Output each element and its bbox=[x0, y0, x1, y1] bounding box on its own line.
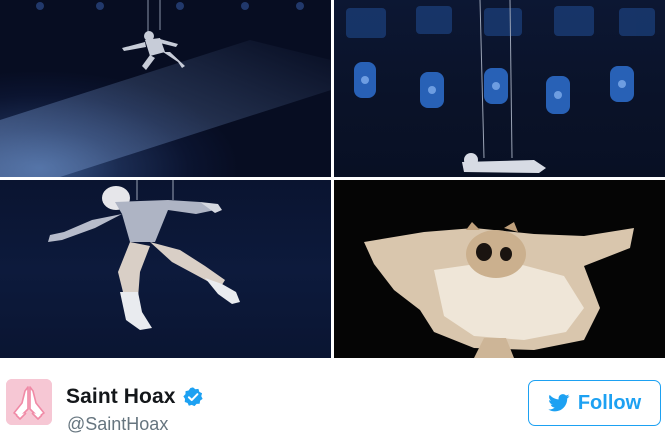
author-avatar[interactable] bbox=[6, 379, 52, 425]
flying-squirrel-image bbox=[364, 222, 634, 358]
follow-button[interactable]: Follow bbox=[528, 380, 661, 426]
performer-spotlight-image bbox=[0, 0, 331, 177]
photo-performer-spotlight[interactable] bbox=[0, 0, 331, 177]
performer-lowered-image bbox=[346, 0, 655, 173]
praying-hands-icon bbox=[6, 379, 52, 425]
photo-performer-leap[interactable] bbox=[0, 180, 331, 358]
photo-grid bbox=[0, 0, 665, 358]
twitter-bird-icon bbox=[548, 394, 570, 412]
performer-leap-image bbox=[48, 180, 240, 330]
author-display-name[interactable]: Saint Hoax bbox=[66, 385, 176, 409]
author-name-row: Saint Hoax bbox=[66, 383, 204, 411]
photo-performer-lowered[interactable] bbox=[334, 0, 665, 177]
follow-button-label: Follow bbox=[577, 391, 642, 414]
photo-flying-squirrel[interactable] bbox=[334, 180, 665, 358]
author-handle[interactable]: @SaintHoax bbox=[67, 414, 168, 435]
verified-badge-icon bbox=[182, 387, 203, 407]
